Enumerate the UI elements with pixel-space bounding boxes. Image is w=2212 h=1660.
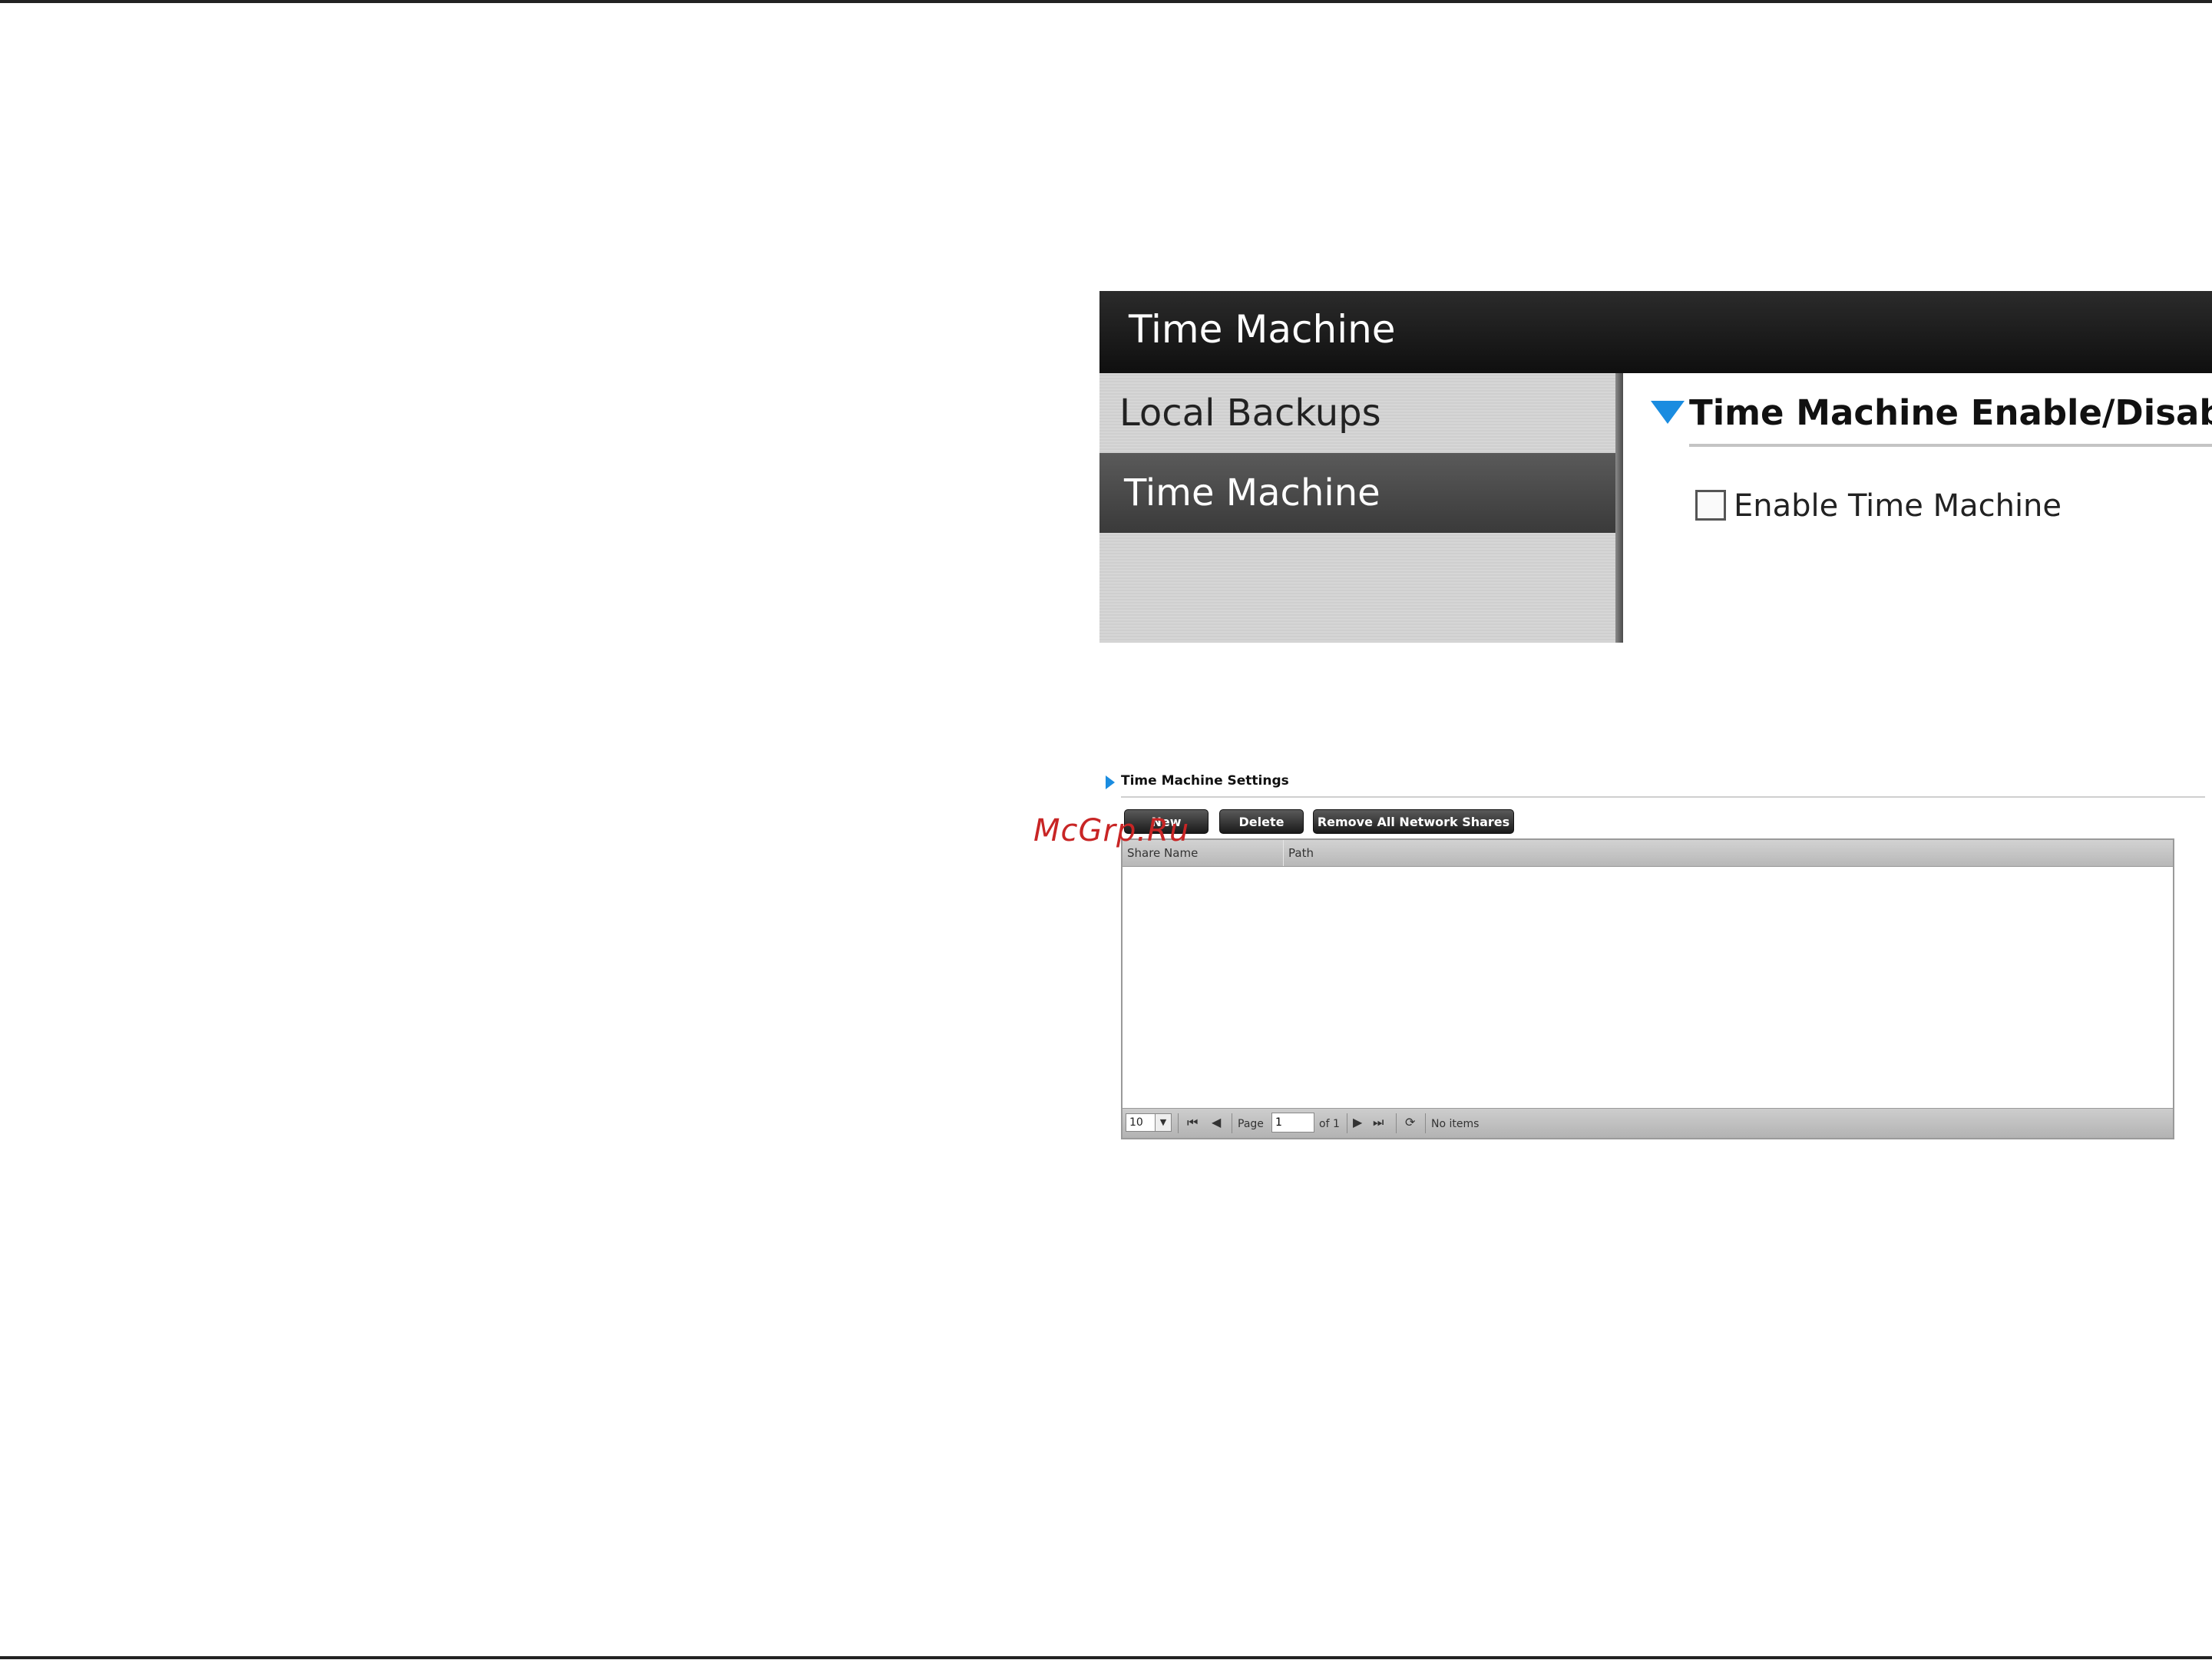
enable-time-machine-checkbox[interactable]: [1695, 490, 1726, 521]
settings-section-divider: [1121, 796, 2205, 798]
time-machine-panel: Time Machine Local Backups Time Machine …: [1099, 291, 2212, 643]
first-page-icon[interactable]: ⏮: [1187, 1113, 1198, 1132]
expand-triangle-icon[interactable]: [1106, 775, 1115, 789]
settings-section-title: Time Machine Settings: [1121, 773, 1289, 789]
sidebar: Local Backups Time Machine: [1099, 373, 1615, 643]
pager-separator: [1425, 1113, 1426, 1133]
page-count-label: of 1: [1319, 1118, 1340, 1130]
column-header-path[interactable]: Path: [1284, 840, 2174, 866]
panel-header: Time Machine: [1099, 291, 2212, 373]
remove-all-network-shares-button[interactable]: Remove All Network Shares: [1313, 809, 1514, 834]
table-pager: 10 ▼ ⏮ ◀ Page 1 of 1 ▶ ⏭ ⟳ No items: [1123, 1108, 2173, 1138]
page-size-select[interactable]: 10 ▼: [1126, 1113, 1172, 1132]
last-page-icon[interactable]: ⏭: [1373, 1113, 1384, 1132]
sidebar-item-local-backups[interactable]: Local Backups: [1099, 373, 1615, 453]
section-divider: [1689, 444, 2212, 447]
page-number-input[interactable]: 1: [1271, 1113, 1314, 1133]
refresh-icon[interactable]: ⟳: [1405, 1113, 1415, 1132]
pager-separator: [1396, 1113, 1397, 1133]
pager-separator: [1178, 1113, 1179, 1133]
enable-time-machine-label: Enable Time Machine: [1734, 488, 2062, 524]
main-content: Time Machine Enable/Disable Enable Time …: [1623, 373, 2212, 643]
chevron-down-icon[interactable]: ▼: [1155, 1114, 1171, 1131]
page-bottom-rule: [0, 1656, 2212, 1659]
time-machine-settings-panel: Time Machine Settings New Delete Remove …: [1099, 768, 2212, 1152]
next-page-icon[interactable]: ▶: [1353, 1113, 1362, 1132]
sidebar-divider: [1615, 373, 1623, 643]
page-size-value: 10: [1129, 1116, 1143, 1129]
table-header: Share Name Path: [1123, 840, 2173, 867]
previous-page-icon[interactable]: ◀: [1212, 1113, 1221, 1132]
pager-status: No items: [1431, 1118, 1480, 1130]
panel-header-title: Time Machine: [1129, 307, 1396, 352]
page-top-rule: [0, 0, 2212, 3]
sidebar-item-time-machine[interactable]: Time Machine: [1099, 453, 1615, 533]
collapse-triangle-icon[interactable]: [1651, 401, 1685, 424]
shares-table: Share Name Path 10 ▼ ⏮ ◀ Page 1 of 1 ▶ ⏭…: [1121, 838, 2174, 1139]
page-label: Page: [1238, 1118, 1264, 1130]
watermark-text: McGrp.Ru: [1033, 813, 1190, 848]
delete-button[interactable]: Delete: [1219, 809, 1304, 834]
section-title: Time Machine Enable/Disable: [1689, 392, 2212, 433]
